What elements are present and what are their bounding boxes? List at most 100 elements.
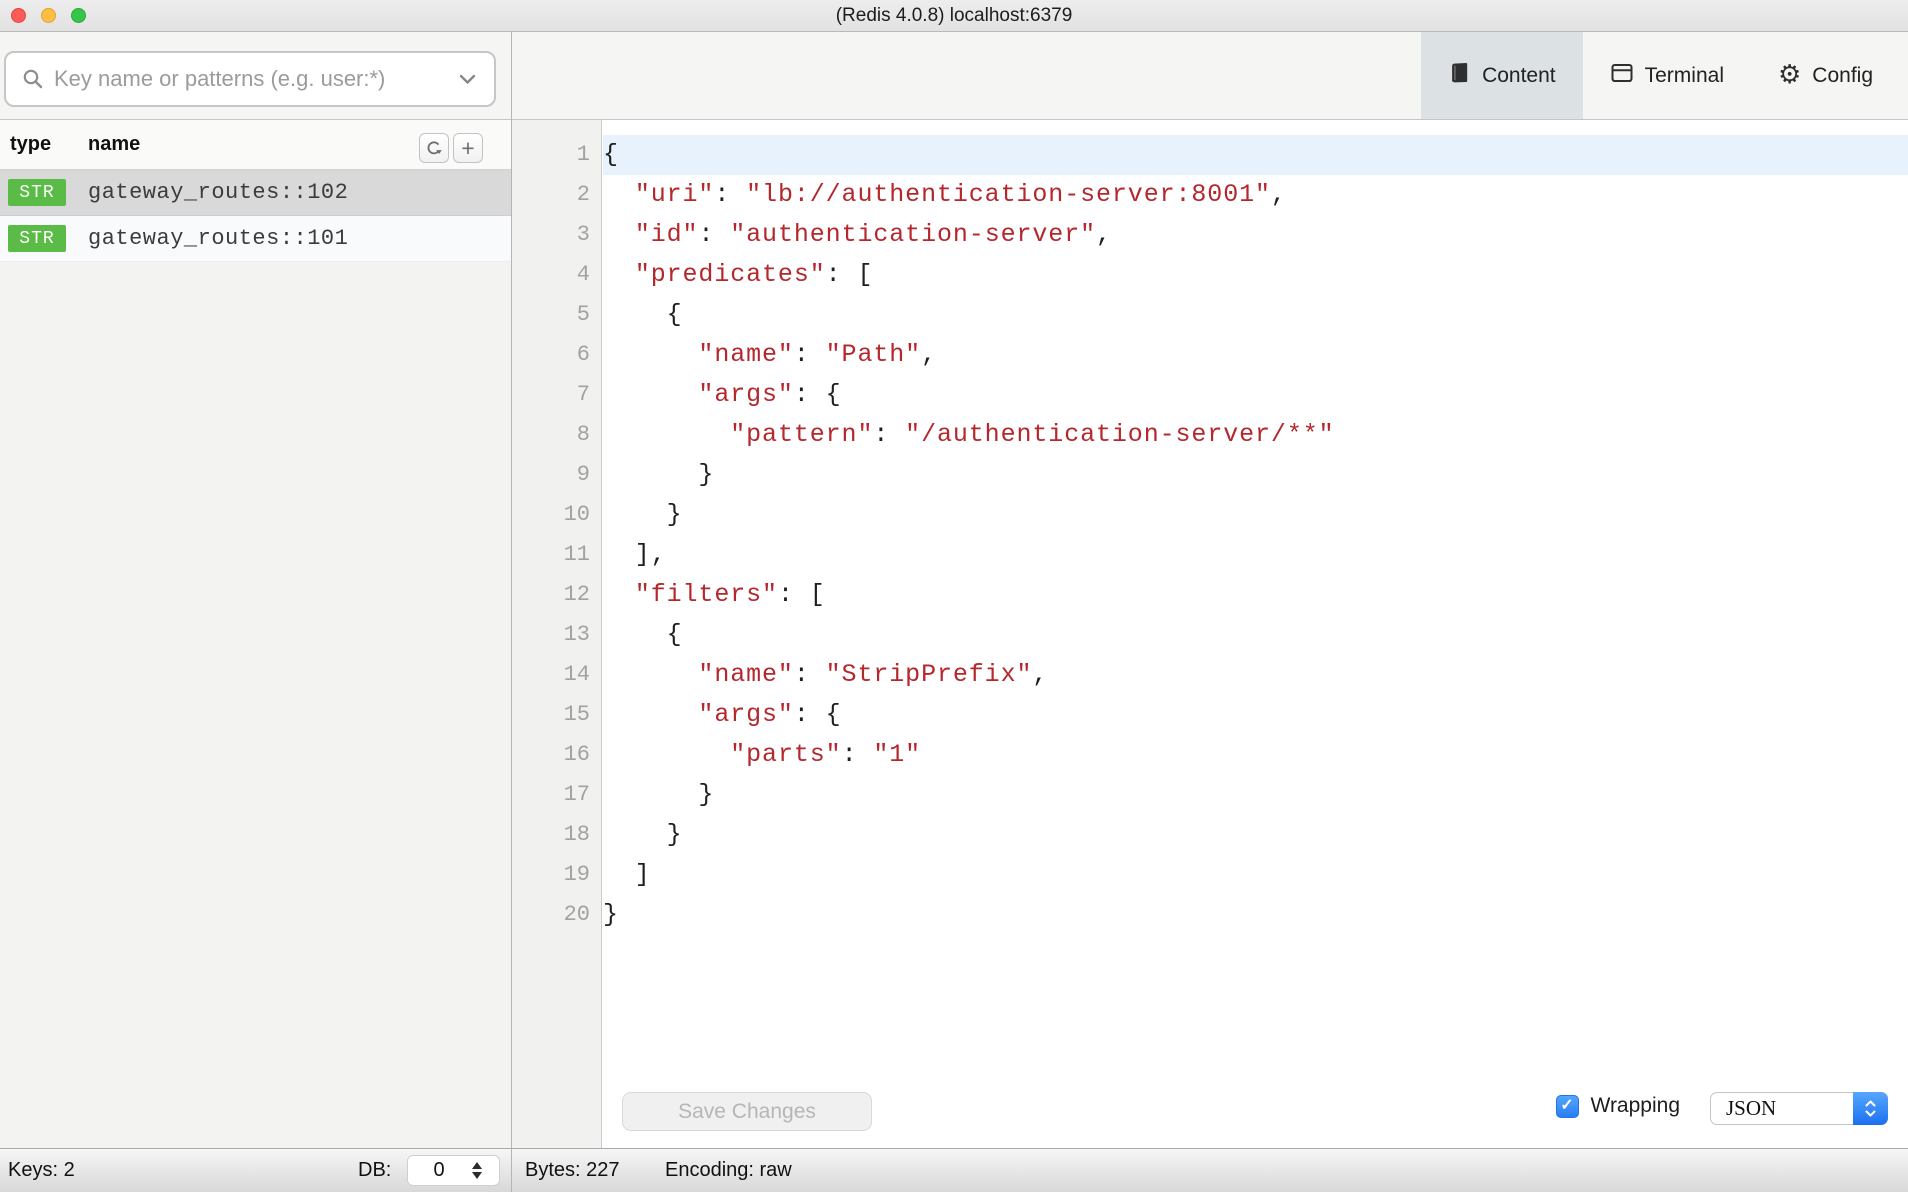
terminal-window-icon xyxy=(1610,61,1634,91)
line-number: 15 xyxy=(512,695,603,735)
line-content: } xyxy=(603,895,1908,935)
wrapping-label: Wrapping xyxy=(1591,1094,1681,1118)
tab-bar: Content Terminal ⚙ Config xyxy=(1421,32,1908,119)
app-window: (Redis 4.0.8) localhost:6379 Content xyxy=(0,0,1908,1192)
line-content: } xyxy=(603,775,1908,815)
line-content: } xyxy=(603,815,1908,855)
select-chevrons-icon xyxy=(1853,1092,1888,1125)
code-line: 13 { xyxy=(512,615,1908,655)
book-icon xyxy=(1448,61,1471,91)
key-search-box[interactable] xyxy=(4,51,496,107)
key-list-header: type name + xyxy=(0,120,511,170)
minimize-window-button[interactable] xyxy=(41,8,56,23)
encoding-value: Encoding: raw xyxy=(665,1149,792,1192)
line-content: "uri": "lb://authentication-server:8001"… xyxy=(603,175,1908,215)
code-line: 15 "args": { xyxy=(512,695,1908,735)
key-sidebar: type name + STR gateway_routes::102STRgat… xyxy=(0,120,511,1148)
save-changes-button[interactable]: Save Changes xyxy=(622,1092,872,1131)
line-content: "name": "StripPrefix", xyxy=(603,655,1908,695)
checkmark-icon: ✓ xyxy=(1560,1098,1573,1114)
line-content: "filters": [ xyxy=(603,575,1908,615)
content-editor[interactable]: 1{2 "uri": "lb://authentication-server:8… xyxy=(512,120,1908,1148)
db-value: 0 xyxy=(408,1159,470,1182)
key-row[interactable]: STRgateway_routes::101 xyxy=(0,216,511,262)
key-name: gateway_routes::102 xyxy=(88,180,348,205)
key-list: STR gateway_routes::102STRgateway_routes:… xyxy=(0,170,511,262)
code-line: 5 { xyxy=(512,295,1908,335)
code-line: 14 "name": "StripPrefix", xyxy=(512,655,1908,695)
code-line: 2 "uri": "lb://authentication-server:800… xyxy=(512,175,1908,215)
db-label: DB: xyxy=(358,1149,391,1192)
line-number: 18 xyxy=(512,815,603,855)
search-history-chevron-down-icon[interactable] xyxy=(459,74,476,85)
code-line: 1{ xyxy=(512,135,1908,175)
line-content: { xyxy=(603,135,1908,175)
line-content: "parts": "1" xyxy=(603,735,1908,775)
code-line: 7 "args": { xyxy=(512,375,1908,415)
line-number: 9 xyxy=(512,455,603,495)
titlebar: (Redis 4.0.8) localhost:6379 xyxy=(0,0,1908,32)
line-content: ] xyxy=(603,855,1908,895)
column-header-name: name xyxy=(88,120,140,169)
search-input[interactable] xyxy=(54,66,453,92)
keys-count: Keys: 2 xyxy=(8,1149,75,1192)
code-line: 3 "id": "authentication-server", xyxy=(512,215,1908,255)
status-bar: Keys: 2 DB: 0 Bytes: 227 Encoding: raw xyxy=(0,1148,1908,1192)
tab-config[interactable]: ⚙ Config xyxy=(1751,32,1900,119)
line-number: 7 xyxy=(512,375,603,415)
add-key-button[interactable]: + xyxy=(453,133,483,163)
db-selector[interactable]: 0 xyxy=(407,1155,500,1186)
key-row[interactable]: STR gateway_routes::102 xyxy=(0,170,511,216)
line-number: 19 xyxy=(512,855,603,895)
format-select-value: JSON xyxy=(1726,1096,1776,1121)
toolbar: Content Terminal ⚙ Config xyxy=(0,32,1908,120)
code-line: 19 ] xyxy=(512,855,1908,895)
line-number: 1 xyxy=(512,135,603,175)
wrapping-toggle-group: ✓ Wrapping xyxy=(1556,1094,1681,1118)
line-number: 12 xyxy=(512,575,603,615)
line-number: 4 xyxy=(512,255,603,295)
code-line: 9 } xyxy=(512,455,1908,495)
code-line: 10 } xyxy=(512,495,1908,535)
line-number: 3 xyxy=(512,215,603,255)
line-content: "name": "Path", xyxy=(603,335,1908,375)
bytes-count: Bytes: 227 xyxy=(525,1149,620,1192)
sidebar-divider xyxy=(511,32,512,1192)
line-number: 2 xyxy=(512,175,603,215)
code-lines: 1{2 "uri": "lb://authentication-server:8… xyxy=(512,120,1908,935)
line-content: ], xyxy=(603,535,1908,575)
zoom-window-button[interactable] xyxy=(71,8,86,23)
line-number: 6 xyxy=(512,335,603,375)
line-number: 13 xyxy=(512,615,603,655)
tab-terminal[interactable]: Terminal xyxy=(1583,32,1751,119)
close-window-button[interactable] xyxy=(11,8,26,23)
line-number: 5 xyxy=(512,295,603,335)
line-content: } xyxy=(603,455,1908,495)
line-content: } xyxy=(603,495,1908,535)
tab-label: Content xyxy=(1482,64,1556,88)
code-line: 20} xyxy=(512,895,1908,935)
code-line: 6 "name": "Path", xyxy=(512,335,1908,375)
line-number: 8 xyxy=(512,415,603,455)
column-header-type: type xyxy=(10,120,51,169)
window-title: (Redis 4.0.8) localhost:6379 xyxy=(0,0,1908,31)
line-number: 14 xyxy=(512,655,603,695)
line-content: "pattern": "/authentication-server/**" xyxy=(603,415,1908,455)
code-line: 18 } xyxy=(512,815,1908,855)
wrapping-checkbox[interactable]: ✓ xyxy=(1556,1095,1579,1118)
tab-label: Terminal xyxy=(1645,64,1724,88)
key-name: gateway_routes::101 xyxy=(88,226,348,251)
line-number: 10 xyxy=(512,495,603,535)
line-number: 20 xyxy=(512,895,603,935)
key-type-badge: STR xyxy=(8,179,66,206)
code-line: 16 "parts": "1" xyxy=(512,735,1908,775)
line-number: 11 xyxy=(512,535,603,575)
line-number: 17 xyxy=(512,775,603,815)
code-line: 4 "predicates": [ xyxy=(512,255,1908,295)
gear-icon: ⚙ xyxy=(1778,62,1801,88)
line-content: "predicates": [ xyxy=(603,255,1908,295)
format-select[interactable]: JSON xyxy=(1710,1092,1888,1125)
refresh-keys-button[interactable] xyxy=(419,133,449,163)
tab-content[interactable]: Content xyxy=(1421,32,1583,119)
search-icon xyxy=(22,68,44,90)
